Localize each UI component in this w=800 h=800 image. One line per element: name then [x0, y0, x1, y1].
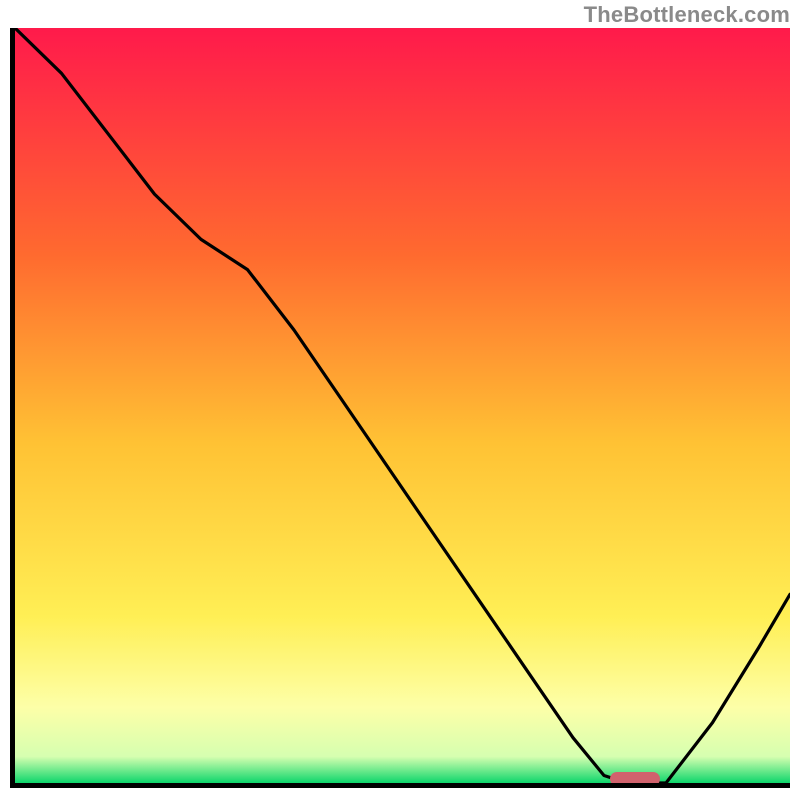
chart-plot-area [15, 28, 790, 783]
minimum-marker [610, 772, 660, 786]
chart-curve [15, 28, 790, 783]
watermark-text: TheBottleneck.com [584, 2, 790, 28]
chart-frame [10, 28, 790, 788]
